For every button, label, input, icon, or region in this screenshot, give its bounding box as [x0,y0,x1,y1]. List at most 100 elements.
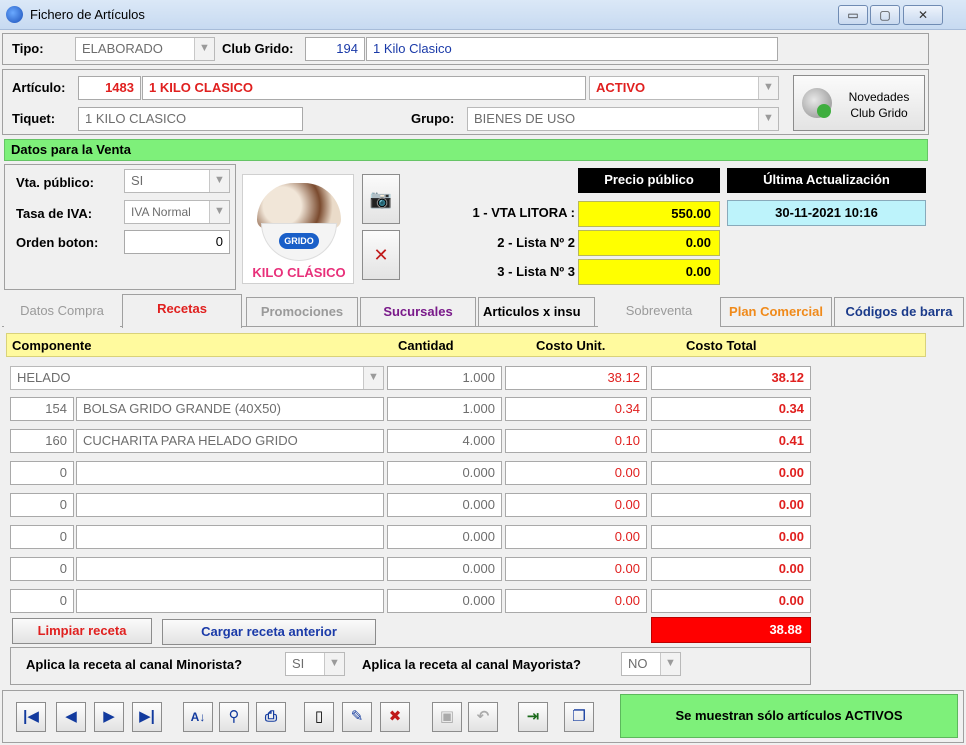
grupo-select[interactable]: BIENES DE USO ▼ [467,107,779,131]
tab-articulos-x-insumo[interactable]: Articulos x insu [478,297,595,327]
print-button[interactable]: ⎙ [256,702,286,732]
row-name-field[interactable] [76,557,384,581]
window-button[interactable]: ❐ [564,702,594,732]
iva-label: Tasa de IVA: [16,206,93,221]
articulo-name-field[interactable]: 1 KILO CLASICO [142,76,586,100]
row-cantidad-field[interactable]: 0.000 [387,557,502,581]
tab-label: Promociones [260,304,344,319]
maximize-button[interactable]: ▢ [870,5,900,25]
componente-value: HELADO [17,370,71,385]
prev-record-button[interactable]: ◀ [56,702,86,732]
next-record-button[interactable]: ▶ [94,702,124,732]
row-name-field[interactable]: BOLSA GRIDO GRANDE (40X50) [76,397,384,421]
camera-button[interactable]: 📷 [362,174,400,224]
row-cantidad-field[interactable]: 0.000 [387,461,502,485]
cantidad-field[interactable]: 1.000 [387,366,502,390]
iva-select[interactable]: IVA Normal ▼ [124,200,230,224]
row-costo-total: 0.00 [651,589,811,613]
row-cantidad-field[interactable]: 0.000 [387,525,502,549]
row-cantidad-field[interactable]: 0.000 [387,493,502,517]
precio-value-3[interactable]: 0.00 [578,259,720,285]
row-costo-total: 0.00 [651,525,811,549]
last-record-button[interactable]: ▶| [132,702,162,732]
articulo-code-field[interactable]: 1483 [78,76,141,100]
row-code-field[interactable]: 0 [10,589,74,613]
cargar-receta-button[interactable]: Cargar receta anterior [162,619,376,645]
col-componente: Componente [12,338,92,353]
row-name-field[interactable] [76,589,384,613]
first-record-button[interactable]: |◀ [16,702,46,732]
tab-recetas[interactable]: Recetas [122,294,242,328]
tab-promociones[interactable]: Promociones [246,297,358,327]
tab-sucursales[interactable]: Sucursales [360,297,476,327]
col-costo-total: Costo Total [686,338,757,353]
row-cantidad-field[interactable]: 1.000 [387,397,502,421]
precio-value-1[interactable]: 550.00 [578,201,720,227]
tiquet-label: Tiquet: [12,111,56,126]
limpiar-receta-button[interactable]: Limpiar receta [12,618,152,644]
row-code-field[interactable]: 0 [10,461,74,485]
row-cantidad-field[interactable]: 4.000 [387,429,502,453]
tab-label: Articulos x insu [483,304,581,319]
row-costo-unit: 0.00 [505,557,647,581]
tab-sobreventa[interactable]: Sobreventa [598,297,720,327]
tab-codigos-de-barra[interactable]: Códigos de barra [834,297,964,327]
row-name-field[interactable] [76,461,384,485]
delete-image-button[interactable]: ✕ [362,230,400,280]
minimize-button[interactable]: ▭ [838,5,868,25]
close-button[interactable]: ✕ [903,5,943,25]
receta-total: 38.88 [651,617,811,643]
row-cantidad-field[interactable]: 0.000 [387,589,502,613]
image-caption: KILO CLÁSICO [252,265,346,280]
status-filter-label[interactable]: Se muestran sólo artículos ACTIVOS [620,694,958,738]
tiquet-field[interactable]: 1 KILO CLASICO [78,107,303,131]
grido-logo: GRIDO [279,233,319,249]
novedades-club-grido-button[interactable]: Novedades Club Grido [793,75,925,131]
tab-label: Sucursales [383,304,453,319]
row-costo-unit: 0.00 [505,589,647,613]
row-costo-total: 0.41 [651,429,811,453]
row-name-field[interactable] [76,493,384,517]
edit-button[interactable]: ✎ [342,702,372,732]
tab-label: Datos Compra [20,303,104,318]
chevron-down-icon: ▼ [324,653,344,675]
status-value: ACTIVO [596,80,646,95]
componente-select[interactable]: HELADO ▼ [10,366,384,390]
club-name-field[interactable]: 1 Kilo Clasico [366,37,778,61]
chevron-down-icon: ▼ [758,77,778,99]
col-costo-unit: Costo Unit. [536,338,606,353]
row-code-field[interactable]: 0 [10,525,74,549]
vta-publico-label: Vta. público: [16,175,94,190]
undo-button[interactable]: ↶ [468,702,498,732]
find-button[interactable]: ⚲ [219,702,249,732]
exit-button[interactable]: ⇥ [518,702,548,732]
save-button[interactable]: ▣ [432,702,462,732]
club-code-field[interactable]: 194 [305,37,365,61]
delete-button[interactable]: ✖ [380,702,410,732]
mayorista-select[interactable]: NO ▼ [621,652,681,676]
tab-label: Sobreventa [625,303,693,318]
row-name-field[interactable]: CUCHARITA PARA HELADO GRIDO [76,429,384,453]
tipo-select[interactable]: ELABORADO ▼ [75,37,215,61]
refresh-arrow-icon [817,104,831,118]
row-costo-unit: 0.34 [505,397,647,421]
row-code-field[interactable]: 0 [10,493,74,517]
new-button[interactable]: ▯ [304,702,334,732]
save-icon: ▣ [439,708,455,725]
row-name-field[interactable] [76,525,384,549]
status-select[interactable]: ACTIVO ▼ [589,76,779,100]
costo-unit-field: 38.12 [505,366,647,390]
precio-value-2[interactable]: 0.00 [578,230,720,256]
venta-section-title: Datos para la Venta [4,139,928,161]
tab-plan-comercial[interactable]: Plan Comercial [720,297,832,327]
tab-datos-compra[interactable]: Datos Compra [4,297,120,327]
app-icon [6,6,23,23]
sort-button[interactable]: A↓ [183,702,213,732]
row-code-field[interactable]: 160 [10,429,74,453]
orden-boton-field[interactable]: 0 [124,230,230,254]
row-code-field[interactable]: 154 [10,397,74,421]
row-code-field[interactable]: 0 [10,557,74,581]
minorista-select[interactable]: SI ▼ [285,652,345,676]
row-costo-total: 0.34 [651,397,811,421]
vta-publico-select[interactable]: SI ▼ [124,169,230,193]
